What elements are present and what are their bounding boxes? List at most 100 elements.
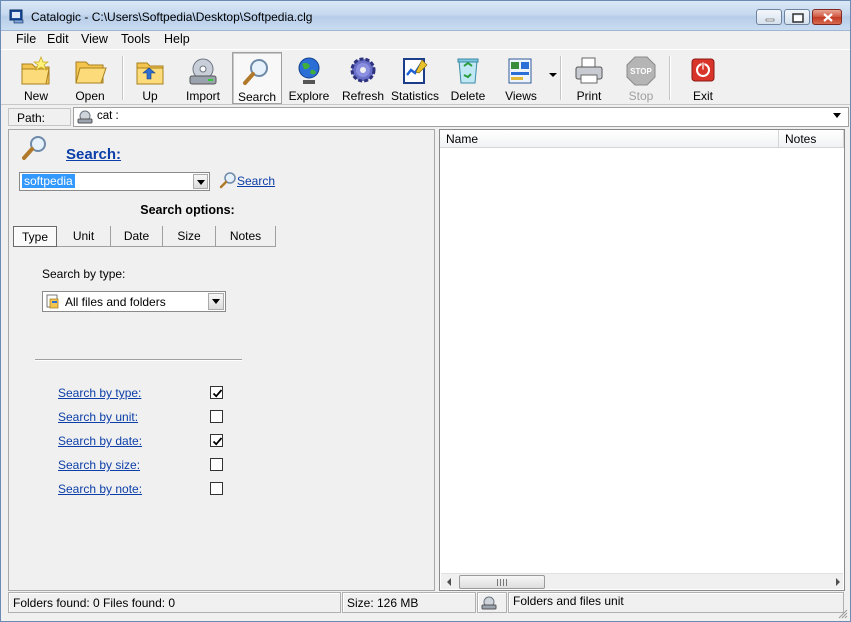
printer-icon (575, 57, 603, 84)
criterion-unit-checkbox[interactable] (210, 410, 223, 423)
refresh-button[interactable]: Refresh (339, 52, 387, 104)
refresh-label: Refresh (341, 89, 385, 103)
delete-button[interactable]: Delete (446, 52, 490, 104)
menu-help[interactable]: Help (164, 32, 190, 46)
search-heading[interactable]: Search: (66, 146, 121, 163)
power-icon (691, 58, 715, 82)
stop-button[interactable]: STOP Stop (618, 52, 664, 104)
path-combo[interactable]: cat : (73, 107, 849, 127)
maximize-icon (792, 13, 804, 23)
minimize-icon (765, 18, 775, 22)
tab-type[interactable]: Type (13, 226, 57, 247)
search-query-value[interactable]: softpedia (22, 174, 75, 188)
search-query-combo[interactable]: softpedia (19, 172, 210, 191)
criterion-size-link[interactable]: Search by size: (58, 458, 140, 472)
menu-view[interactable]: View (81, 32, 108, 46)
exit-label: Exit (692, 89, 713, 103)
search-label: Search (237, 90, 277, 104)
minimize-button[interactable] (756, 9, 782, 25)
new-button[interactable]: New (11, 52, 61, 104)
file-type-select[interactable]: All files and folders (42, 291, 226, 312)
criterion-date-link[interactable]: Search by date: (58, 434, 142, 448)
maximize-button[interactable] (784, 9, 810, 25)
results-list[interactable]: Name Notes (439, 129, 845, 591)
menu-tools[interactable]: Tools (121, 32, 150, 46)
catalogic-app-icon (9, 9, 24, 24)
scroll-thumb[interactable] (459, 575, 545, 589)
criterion-date-checkbox[interactable] (210, 434, 223, 447)
file-type-dropdown[interactable] (208, 293, 224, 310)
close-button[interactable] (812, 9, 842, 25)
toolbar-separator (122, 56, 124, 100)
up-label: Up (142, 89, 158, 103)
search-panel: Search: softpedia Search Search options:… (8, 129, 435, 591)
recycle-bin-icon (457, 58, 479, 84)
open-button[interactable]: Open (65, 52, 115, 104)
status-bar: Folders found: 0 Files found: 0 Size: 12… (1, 591, 850, 621)
horizontal-scrollbar[interactable] (441, 573, 843, 589)
menu-edit[interactable]: Edit (47, 32, 69, 46)
import-label: Import (185, 89, 220, 103)
statistics-button[interactable]: Statistics (390, 52, 440, 104)
checkmark-icon (212, 389, 223, 398)
unit-drive-icon (481, 596, 497, 610)
status-size: Size: 126 MB (342, 592, 476, 613)
up-button[interactable]: Up (127, 52, 173, 104)
search-query-dropdown[interactable] (193, 174, 208, 189)
statistics-label: Statistics (390, 89, 439, 103)
criterion-note-link[interactable]: Search by note: (58, 482, 142, 496)
criterion-size-checkbox[interactable] (210, 458, 223, 471)
window-title: Catalogic - C:\Users\Softpedia\Desktop\S… (31, 10, 313, 24)
close-icon (823, 13, 833, 22)
svg-text:STOP: STOP (630, 67, 652, 76)
exit-button[interactable]: Exit (681, 52, 725, 104)
tab-notes[interactable]: Notes (216, 226, 276, 247)
views-dropdown-arrow[interactable] (549, 73, 557, 77)
criterion-unit-link[interactable]: Search by unit: (58, 410, 138, 424)
toolbar: New Open Up Import Search Explore Refres… (1, 49, 850, 105)
search-small-icon[interactable] (219, 171, 237, 189)
statistics-chart-icon (403, 58, 428, 84)
path-dropdown-arrow[interactable] (833, 113, 841, 118)
views-button[interactable]: Views (497, 52, 545, 104)
tab-size[interactable]: Size (163, 226, 216, 247)
column-header-name[interactable]: Name (440, 130, 779, 148)
status-unit-icon-cell (477, 592, 507, 613)
search-button[interactable]: Search (232, 52, 282, 104)
toolbar-separator (560, 56, 562, 100)
menu-file[interactable]: File (16, 32, 36, 46)
resize-grip-icon[interactable] (836, 607, 848, 619)
scroll-right-arrow[interactable] (836, 578, 840, 586)
criterion-note-checkbox[interactable] (210, 482, 223, 495)
column-header-notes[interactable]: Notes (779, 130, 844, 148)
toolbar-separator (669, 56, 671, 100)
new-label: New (23, 89, 48, 103)
divider (35, 359, 242, 361)
import-button[interactable]: Import (177, 52, 229, 104)
views-label: Views (505, 89, 537, 103)
file-type-value: All files and folders (65, 295, 166, 309)
tab-date[interactable]: Date (111, 226, 163, 247)
scroll-left-arrow[interactable] (447, 578, 451, 586)
views-icon (508, 58, 532, 84)
path-value: cat : (97, 110, 119, 122)
explore-button[interactable]: Explore (285, 52, 333, 104)
explore-label: Explore (288, 89, 330, 103)
print-button[interactable]: Print (566, 52, 612, 104)
print-label: Print (576, 89, 602, 103)
app-window: Catalogic - C:\Users\Softpedia\Desktop\S… (0, 0, 851, 622)
criterion-type-checkbox[interactable] (210, 386, 223, 399)
menu-bar: File Edit View Tools Help (1, 31, 850, 49)
new-folder-icon (21, 56, 50, 85)
import-drive-icon (189, 58, 217, 85)
search-by-type-label: Search by type: (42, 267, 126, 281)
criterion-type-link[interactable]: Search by type: (58, 386, 141, 400)
tab-unit[interactable]: Unit (57, 226, 111, 247)
checkmark-icon (212, 437, 223, 446)
path-bar: Path: cat : (1, 106, 850, 127)
status-found: Folders found: 0 Files found: 0 (8, 592, 341, 613)
catalog-drive-icon (77, 110, 93, 124)
up-folder-icon (136, 62, 164, 85)
search-run-link[interactable]: Search (237, 174, 275, 188)
title-bar[interactable]: Catalogic - C:\Users\Softpedia\Desktop\S… (1, 1, 850, 31)
